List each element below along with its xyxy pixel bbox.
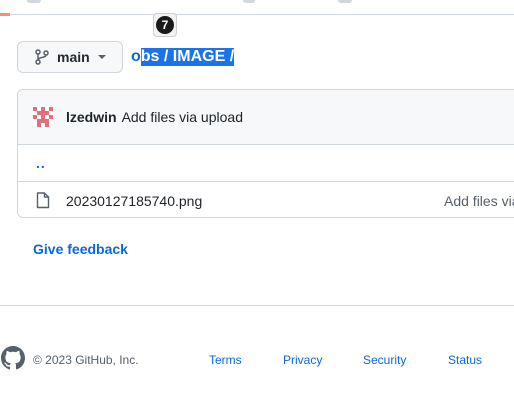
breadcrumb: o bs / IMAGE / (131, 46, 235, 68)
footer-link-security[interactable]: Security (363, 353, 406, 367)
tab-icon-fragment (243, 0, 255, 3)
active-tab-underline (0, 13, 10, 16)
avatar[interactable] (33, 107, 53, 127)
step-indicator-badge: 7 (153, 13, 177, 37)
tab-icon-fragment (338, 0, 352, 3)
footer: © 2023 GitHub, Inc. Terms Privacy Securi… (0, 346, 514, 372)
breadcrumb-repo-link-start[interactable]: o (131, 48, 141, 66)
file-name-link[interactable]: 20230127185740.png (66, 193, 202, 209)
footer-link-terms[interactable]: Terms (209, 353, 242, 367)
tab-icon-fragment (27, 0, 41, 3)
step-number: 7 (156, 16, 174, 34)
breadcrumb-separator: / (159, 48, 173, 66)
file-commit-message-link[interactable]: Add files via (444, 193, 514, 209)
copyright-text: © 2023 GitHub, Inc. (33, 353, 139, 367)
header-divider (0, 14, 514, 15)
file-browser: lzedwin Add files via upload .. 20230127… (17, 89, 514, 218)
breadcrumb-separator: / (225, 48, 235, 66)
footer-link-status[interactable]: Status (448, 353, 482, 367)
commit-author-link[interactable]: lzedwin (66, 109, 117, 125)
give-feedback-link[interactable]: Give feedback (33, 241, 128, 257)
commit-message-link[interactable]: Add files via upload (122, 109, 243, 125)
git-branch-icon (35, 49, 49, 65)
branch-select-button[interactable]: main (17, 41, 123, 73)
branch-name: main (57, 49, 90, 65)
table-row[interactable]: 20230127185740.png Add files via (18, 182, 514, 217)
file-icon (36, 192, 50, 209)
breadcrumb-repo-link-selected[interactable]: bs (140, 48, 160, 66)
github-logo-icon[interactable] (1, 346, 25, 370)
latest-commit-row: lzedwin Add files via upload (18, 90, 514, 145)
breadcrumb-current-folder: IMAGE (172, 48, 226, 66)
chevron-down-icon (97, 55, 106, 59)
footer-divider (0, 305, 514, 306)
parent-directory-row[interactable]: .. (18, 145, 514, 182)
footer-link-privacy[interactable]: Privacy (283, 353, 322, 367)
parent-directory-link[interactable]: .. (36, 155, 46, 171)
